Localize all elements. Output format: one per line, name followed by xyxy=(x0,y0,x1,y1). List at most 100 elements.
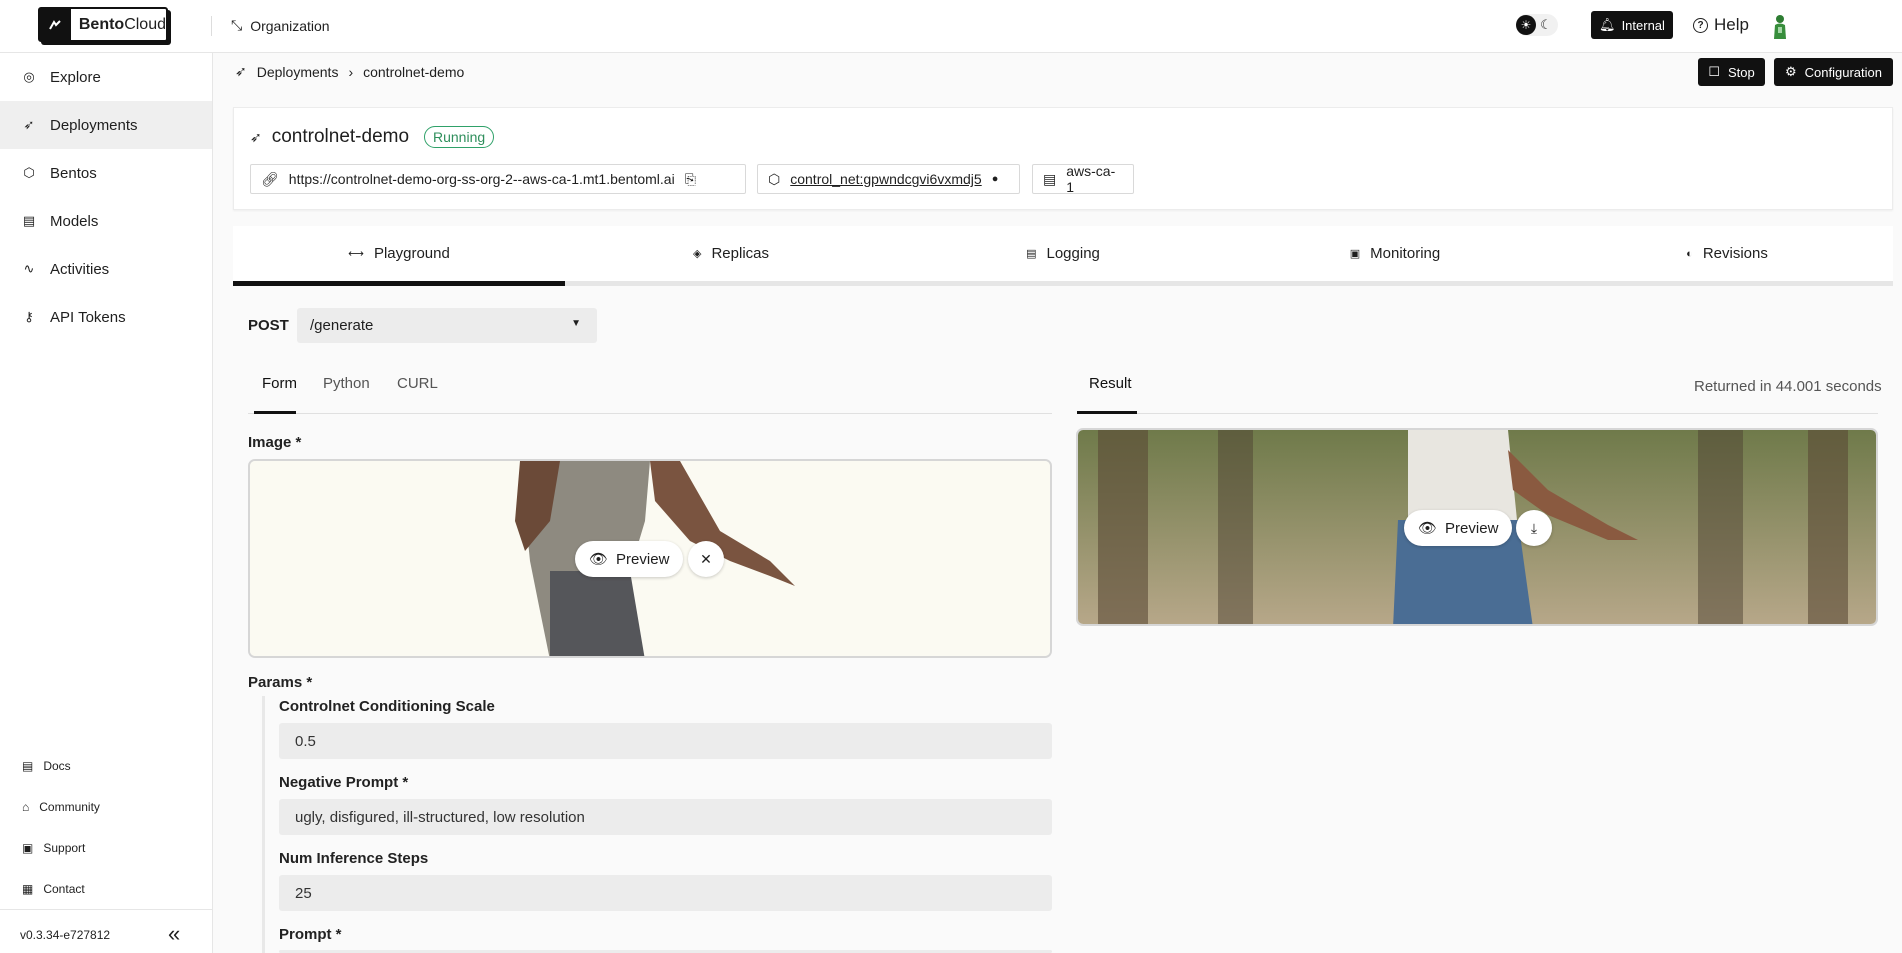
support-icon: ▣ xyxy=(22,841,34,855)
help-link[interactable]: ? Help xyxy=(1693,15,1749,35)
collapse-sidebar-icon[interactable]: « xyxy=(168,921,180,947)
field-label-inference-steps: Num Inference Steps xyxy=(279,850,429,867)
sidebar-item-api-tokens[interactable]: ⚷ API Tokens xyxy=(0,293,212,341)
sidebar-link-support[interactable]: ▣ Support xyxy=(22,841,85,855)
contact-icon: ▦ xyxy=(22,882,34,896)
logo-text: BentoCloud xyxy=(78,15,166,33)
deployment-tabs: ⟷ Playground ◈ Replicas ▤ Logging ▣ Moni… xyxy=(233,226,1893,286)
params-group-rail xyxy=(262,696,265,953)
layers-icon: ◈ xyxy=(693,248,702,260)
moon-icon: ☾ xyxy=(1540,17,1552,32)
preview-button[interactable]: 👁︎ Preview xyxy=(575,541,684,577)
rocket-icon: ➶ xyxy=(250,128,262,145)
active-result-indicator xyxy=(1077,411,1137,414)
sidebar-item-deployments[interactable]: ➶ Deployments xyxy=(0,101,212,149)
tab-replicas[interactable]: ◈ Replicas xyxy=(565,226,897,281)
tab-result[interactable]: Result xyxy=(1089,375,1132,392)
log-icon: ▤ xyxy=(1026,248,1037,260)
bento-tag-chip[interactable]: ⬡ control_net:gpwndcgvi6vxmdj5 ● xyxy=(757,164,1020,194)
field-label-prompt: Prompt * xyxy=(279,926,342,943)
doc-icon: ▤ xyxy=(22,759,34,773)
breadcrumb: ➶ Deployments › controlnet-demo xyxy=(235,63,464,80)
tab-monitoring[interactable]: ▣ Monitoring xyxy=(1229,226,1561,281)
chevron-right-icon: › xyxy=(348,63,354,80)
response-time: Returned in 44.001 seconds xyxy=(1694,378,1882,395)
stop-button[interactable]: ☐ Stop xyxy=(1698,58,1765,86)
monitor-icon: ▣ xyxy=(1349,248,1361,260)
page-title: ➶ controlnet-demo xyxy=(250,126,410,147)
image-upload[interactable]: 👁︎ Preview ✕ xyxy=(248,459,1052,658)
box-icon: ⬡ xyxy=(768,170,781,187)
tab-logging[interactable]: ▤ Logging xyxy=(897,226,1229,281)
organization-switcher[interactable]: ⤡ Organization xyxy=(231,17,330,34)
caret-down-icon: ▼ xyxy=(571,318,581,329)
status-badge: Running xyxy=(424,126,495,148)
playground-icon: ⟷ xyxy=(348,248,364,260)
avatar[interactable] xyxy=(1770,13,1790,39)
activity-icon: ∿ xyxy=(23,261,35,276)
bento-mark-icon xyxy=(40,9,71,40)
cluster-chip: ▤ aws-ca-1 xyxy=(1032,163,1134,195)
link-icon: 🔗︎ xyxy=(261,170,279,187)
deployment-info-card: ➶ controlnet-demo Running 🔗︎ https://con… xyxy=(233,107,1893,210)
box-icon: ⬡ xyxy=(23,165,35,180)
gear-icon: ⚙ xyxy=(1785,64,1797,79)
sidebar: ◎ Explore ➶ Deployments ⬡ Bentos ▤ Model… xyxy=(0,53,213,953)
sun-icon: ☀ xyxy=(1516,15,1536,35)
file-icon: ▤ xyxy=(22,213,36,228)
version-label: v0.3.34-e727812 xyxy=(20,928,111,942)
stop-icon: ☐ xyxy=(1708,64,1720,79)
sidebar-item-models[interactable]: ▤ Models xyxy=(0,197,212,245)
result-image-panel: 👁︎ Preview ⤓ xyxy=(1076,428,1878,626)
tab-playground[interactable]: ⟷ Playground xyxy=(233,226,565,281)
help-icon: ? xyxy=(1693,17,1708,33)
rocket-icon: ➶ xyxy=(23,117,35,132)
org-label: Organization xyxy=(250,17,330,34)
download-button[interactable]: ⤓ xyxy=(1516,510,1552,546)
remove-image-button[interactable]: ✕ xyxy=(688,541,724,577)
rocket-icon: ➶ xyxy=(235,63,247,79)
configuration-button[interactable]: ⚙ Configuration xyxy=(1774,58,1893,86)
tab-form[interactable]: Form xyxy=(262,375,297,392)
key-icon: ⚷ xyxy=(24,309,34,324)
result-preview-button[interactable]: 👁︎ Preview xyxy=(1404,510,1513,546)
breadcrumb-current: controlnet-demo xyxy=(363,63,465,80)
community-icon: ⌂ xyxy=(22,800,30,814)
check-circle-icon: ● xyxy=(991,173,999,185)
close-icon: ✕ xyxy=(700,550,712,567)
sidebar-item-activities[interactable]: ∿ Activities xyxy=(0,245,212,293)
divider xyxy=(0,909,212,910)
http-method: POST xyxy=(248,317,289,334)
history-icon: ◐ xyxy=(1686,247,1693,260)
params-label: Params * xyxy=(248,674,313,691)
theme-toggle[interactable]: ☀ ☾ xyxy=(1516,14,1558,36)
tab-python[interactable]: Python xyxy=(323,375,370,392)
field-label-negative-prompt: Negative Prompt * xyxy=(279,774,409,791)
active-tab-indicator xyxy=(233,281,565,286)
org-switch-icon: ⤡ xyxy=(231,17,243,33)
sidebar-item-bentos[interactable]: ⬡ Bentos xyxy=(0,149,212,197)
controlnet-scale-input[interactable]: 0.5 xyxy=(279,723,1052,759)
internal-button[interactable]: 🔔︎ Internal xyxy=(1591,11,1673,39)
image-label: Image * xyxy=(248,434,302,451)
active-subtab-indicator xyxy=(254,411,296,414)
server-icon: ▤ xyxy=(1043,170,1057,187)
endpoint-url[interactable]: https://controlnet-demo-org-ss-org-2--aw… xyxy=(289,171,675,187)
compass-icon: ◎ xyxy=(23,69,35,84)
tab-curl[interactable]: CURL xyxy=(397,375,438,392)
eye-icon: 👁︎ xyxy=(589,551,609,568)
sidebar-link-docs[interactable]: ▤ Docs xyxy=(22,759,71,773)
breadcrumb-deployments[interactable]: Deployments xyxy=(257,64,339,80)
endpoint-url-chip[interactable]: 🔗︎ https://controlnet-demo-org-ss-org-2-… xyxy=(250,164,746,194)
eye-icon: 👁︎ xyxy=(1418,520,1438,537)
copy-icon[interactable]: ⎘ xyxy=(685,171,696,188)
tab-revisions[interactable]: ◐ Revisions xyxy=(1561,226,1893,281)
negative-prompt-input[interactable]: ugly, disfigured, ill-structured, low re… xyxy=(279,799,1052,835)
inference-steps-input[interactable]: 25 xyxy=(279,875,1052,911)
sidebar-item-explore[interactable]: ◎ Explore xyxy=(0,53,212,101)
bentocloud-logo[interactable]: BentoCloud xyxy=(38,7,168,42)
endpoint-select[interactable]: /generate ▼ xyxy=(297,308,597,343)
bento-tag-link[interactable]: control_net:gpwndcgvi6vxmdj5 xyxy=(790,171,981,187)
sidebar-link-contact[interactable]: ▦ Contact xyxy=(22,882,85,896)
sidebar-link-community[interactable]: ⌂ Community xyxy=(22,800,100,814)
